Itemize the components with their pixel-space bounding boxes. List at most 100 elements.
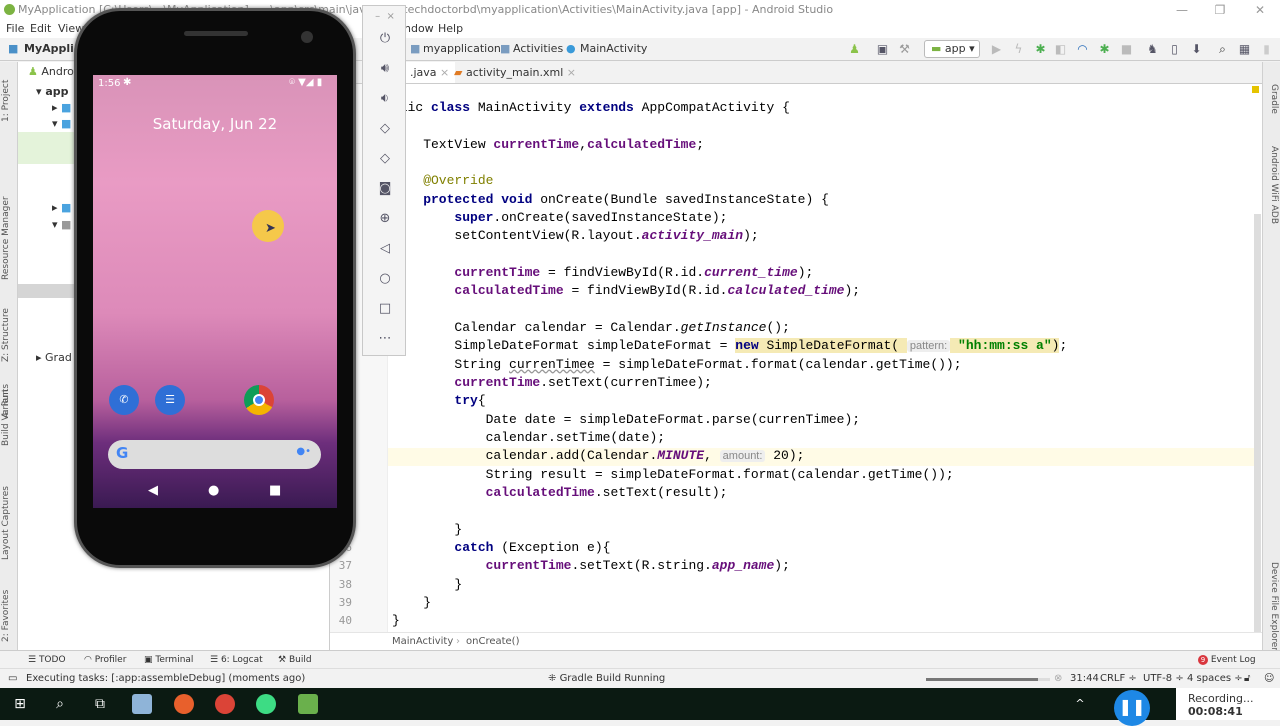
search-icon[interactable]: ⌕ [1216,43,1229,56]
code-line[interactable]: protected void onCreate(Bundle savedInst… [392,191,829,209]
code-line[interactable]: try{ [392,392,485,410]
tool-tab-wifi-adb[interactable]: Android WiFi ADB [1269,146,1279,224]
emulator-screen[interactable]: 1:56 ✱ ⌾ ▼◢ ▮ Saturday, Jun 22 ➤ ✆ ☰ G ●… [93,75,337,508]
code-line[interactable]: SimpleDateFormat simpleDateFormat = new … [392,337,1067,355]
breadcrumb-class[interactable]: MainActivity [392,633,453,650]
project-structure-icon[interactable]: ▦ [1238,43,1251,56]
nav-back-icon[interactable]: ◀ [148,483,158,498]
code-line[interactable]: } [392,576,462,594]
menu-help[interactable]: Help [438,20,463,38]
code-line[interactable]: blic class MainActivity extends AppCompa… [392,99,790,117]
profile-icon[interactable]: ◠ [1076,43,1089,56]
code-line[interactable]: String result = simpleDateFormat.format(… [392,466,954,484]
tool-tab-structure[interactable]: Z: Structure [1,308,11,362]
lock-icon[interactable]: 🔓︎ [1244,669,1250,689]
google-search-bar[interactable]: G ●• [108,440,321,469]
close-button[interactable]: ✕ [1240,0,1280,20]
tool-tab-device-file-explorer[interactable]: Device File Explorer [1269,562,1279,651]
run-icon[interactable]: ▶ [990,43,1003,56]
phone-app-icon[interactable]: ✆ [109,385,139,415]
code-line[interactable]: calculatedTime = findViewById(R.id.calcu… [392,282,860,300]
code-line[interactable]: currentTime.setText(R.string.app_name); [392,557,790,575]
stop-icon[interactable]: ■ [1120,43,1133,56]
indent-setting[interactable]: 4 spaces ÷ [1187,669,1243,689]
apply-changes-icon[interactable]: ϟ [1012,43,1025,56]
assistant-icon[interactable]: ●• [296,446,311,457]
tool-todo[interactable]: ☰ TODO [28,651,66,669]
back-icon[interactable]: ◁ [363,240,407,258]
tool-profiler[interactable]: ◠ Profiler [84,651,126,669]
breadcrumb-method[interactable]: onCreate() [466,633,520,650]
nav-crumb-activities[interactable]: Activities [513,38,563,60]
project-view-select[interactable]: ♟ Androi [28,64,77,80]
debug-icon[interactable]: ✱ [1034,43,1047,56]
code-line[interactable]: currentTime = findViewById(R.id.current_… [392,264,813,282]
code-line[interactable]: Date date = simpleDateFormat.parse(curre… [392,411,860,429]
code-line[interactable]: } [392,612,400,630]
task-view-icon[interactable]: ⧉ [90,694,110,714]
tree-item-app[interactable]: ▾ app [36,84,69,100]
nav-home-icon[interactable]: ● [208,483,219,498]
zoom-icon[interactable]: ⊕ [363,210,407,228]
nav-crumb-class[interactable]: MainActivity [580,38,647,60]
cancel-progress-icon[interactable]: ⊗ [1054,669,1062,689]
code-line[interactable]: currentTime.setText(currenTimee); [392,374,711,392]
code-line[interactable]: Calendar calendar = Calendar.getInstance… [392,319,789,337]
file-encoding[interactable]: UTF-8 ÷ [1143,669,1184,689]
attach-debugger-icon[interactable]: ✱ [1098,43,1111,56]
tool-terminal[interactable]: ▣ Terminal [144,651,193,669]
build-hammer-icon[interactable]: ⚒ [898,43,911,56]
tool-logcat[interactable]: ☰ 6: Logcat [210,651,263,669]
tool-tab-favorites[interactable]: 2: Favorites [1,590,11,642]
notepad-icon[interactable] [132,694,152,714]
tray-chevron-icon[interactable]: ^ [1070,694,1090,714]
tool-build[interactable]: ⚒ Build [278,651,312,669]
code-line[interactable]: } [392,594,431,612]
search-icon[interactable]: ⌕ [50,694,70,714]
recorder-app-icon[interactable] [298,694,318,714]
code-line[interactable]: calendar.add(Calendar.MINUTE, amount: 20… [392,447,805,465]
tab-activity-main-xml[interactable]: ▰ activity_main.xml × [448,62,582,83]
menu-window[interactable]: ndow [404,20,434,38]
code-line[interactable]: } [392,521,462,539]
overview-icon[interactable]: □ [363,300,407,318]
code-line[interactable]: @Override [392,172,493,190]
sdk-manager-icon[interactable]: ⬇ [1190,43,1203,56]
tool-tab-resource-manager[interactable]: Resource Manager [1,196,11,280]
volume-down-icon[interactable]: 🔉︎ [363,90,407,108]
editor-scrollbar[interactable] [1254,214,1261,632]
code-line[interactable]: String currenTimee = simpleDateFormat.fo… [392,356,961,374]
caret-position[interactable]: 31:44 [1070,669,1099,689]
chrome-app-icon[interactable] [244,385,274,415]
close-tab-icon[interactable]: × [567,66,576,79]
android-studio-taskbar-icon[interactable] [256,694,276,714]
rotate-left-icon[interactable]: ◇ [363,120,407,138]
camera-icon[interactable]: ◙ [363,180,407,198]
tool-tab-build-variants[interactable]: Build Variants [1,384,11,446]
tool-tab-layout-captures[interactable]: Layout Captures [1,486,11,560]
maximize-button[interactable]: ❐ [1200,0,1240,20]
gradle-sync-icon[interactable]: ♞ [1146,43,1159,56]
minimize-button[interactable]: — [1162,0,1202,20]
tool-tab-project[interactable]: 1: Project [1,80,11,122]
user-icon[interactable]: ▮ [1260,43,1273,56]
messages-app-icon[interactable]: ☰ [155,385,185,415]
tree-item-gradle[interactable]: ▸ Grad [36,350,72,366]
chrome-icon[interactable] [215,694,235,714]
run-config-select[interactable]: ▬ app ▾ [924,40,980,58]
emulator-minimize-close[interactable]: – × [363,8,407,26]
power-icon[interactable]: ⏻ [363,30,407,48]
rotate-right-icon[interactable]: ◇ [363,150,407,168]
terminal-icon[interactable]: ▣ [876,43,889,56]
code-line[interactable]: super.onCreate(savedInstanceState); [392,209,727,227]
home-icon[interactable]: ○ [363,270,407,288]
more-icon[interactable]: ⋯ [363,330,407,348]
inspector-icon[interactable]: ☺︎ [1264,669,1274,689]
code-line[interactable]: TextView currentTime,calculatedTime; [392,136,704,154]
avd-manager-icon[interactable]: ▯ [1168,43,1181,56]
code-editor[interactable]: 3637383940 blic class MainActivity exten… [330,84,1262,632]
windows-start-icon[interactable]: ⊞ [10,694,30,714]
status-message[interactable]: Executing tasks: [:app:assembleDebug] (m… [26,669,305,689]
code-line[interactable]: calculatedTime.setText(result); [392,484,728,502]
code-line[interactable]: catch (Exception e){ [392,539,610,557]
